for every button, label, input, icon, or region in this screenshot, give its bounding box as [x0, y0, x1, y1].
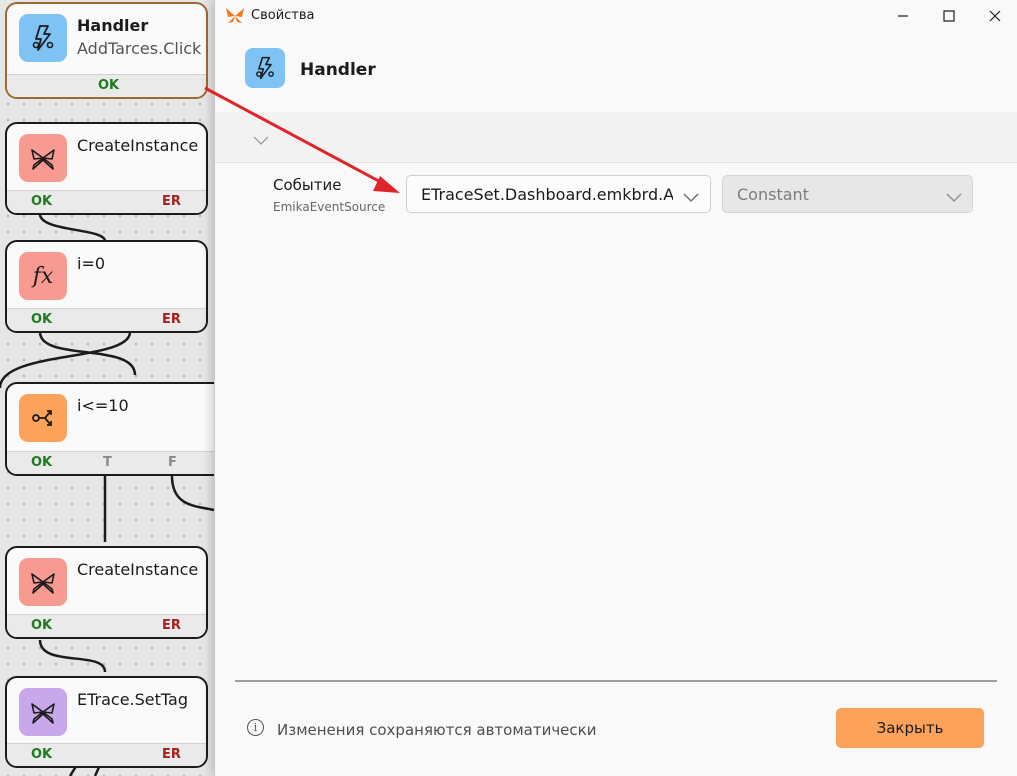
port-ok[interactable]: OK [98, 78, 119, 93]
event-source-dropdown[interactable]: ETraceSet.Dashboard.emkbrd.AddTarces.Cli… [406, 175, 711, 213]
branch-icon [19, 394, 67, 442]
port-true[interactable]: T [103, 455, 112, 470]
port-er[interactable]: ER [162, 747, 181, 762]
lightning-handler-icon [19, 14, 67, 62]
title-bar[interactable]: Свойства [215, 0, 1017, 32]
port-false[interactable]: F [168, 455, 177, 470]
port-ok[interactable]: OK [31, 455, 52, 470]
butterfly-icon [19, 134, 67, 182]
butterfly-icon [19, 688, 67, 736]
port-ok[interactable]: OK [31, 194, 52, 209]
node-ports: OK ER [7, 614, 206, 637]
close-window-button[interactable] [972, 0, 1017, 32]
node-ports: OK [7, 74, 206, 97]
close-button[interactable]: Закрыть [836, 708, 984, 748]
chevron-down-icon [946, 188, 962, 207]
node-title: i=0 [77, 254, 106, 273]
chevron-down-icon[interactable] [253, 131, 269, 150]
node-ports: OK T F [7, 451, 233, 474]
port-er[interactable]: ER [162, 618, 181, 633]
maximize-button[interactable] [926, 0, 972, 32]
node-create-instance[interactable]: CreateInstance OK ER [5, 122, 208, 215]
port-ok[interactable]: OK [31, 618, 52, 633]
node-etrace-settag[interactable]: ETrace.SetTag OK ER [5, 676, 208, 768]
node-title: CreateInstance [77, 560, 199, 579]
port-er[interactable]: ER [162, 312, 181, 327]
node-ports: OK ER [7, 743, 206, 766]
butterfly-logo-icon [225, 7, 245, 29]
node-title: CreateInstance [77, 136, 199, 155]
autosave-note: Изменения сохраняются автоматически [277, 721, 597, 739]
value-mode: Constant [737, 185, 809, 204]
node-title: i<=10 [77, 396, 129, 415]
chevron-down-icon [683, 188, 699, 207]
properties-section-header[interactable] [215, 112, 1017, 163]
function-icon: fx [19, 252, 67, 300]
properties-dialog: Свойства Handler Событие EmikaEventSourc… [214, 0, 1017, 776]
node-assign-i[interactable]: fx i=0 OK ER [5, 240, 208, 333]
butterfly-icon [19, 558, 67, 606]
node-condition[interactable]: i<=10 OK T F [5, 382, 235, 476]
node-title: Handler [77, 16, 149, 35]
node-create-instance-2[interactable]: CreateInstance OK ER [5, 546, 208, 639]
property-label: Событие [273, 176, 342, 194]
node-ports: OK ER [7, 190, 206, 213]
footer-divider [235, 680, 997, 682]
port-ok[interactable]: OK [31, 747, 52, 762]
node-title: ETrace.SetTag [77, 690, 188, 709]
property-type: EmikaEventSource [273, 200, 386, 214]
node-subtitle: AddTarces.Click [77, 39, 202, 58]
node-ports: OK ER [7, 308, 206, 331]
port-ok[interactable]: OK [31, 312, 52, 327]
event-source-value: ETraceSet.Dashboard.emkbrd.AddTarces.Cli… [421, 185, 673, 204]
node-handler[interactable]: Handler AddTarces.Click OK [5, 2, 208, 99]
port-er[interactable]: ER [162, 194, 181, 209]
minimize-button[interactable] [880, 0, 926, 32]
value-mode-dropdown[interactable]: Constant [722, 175, 973, 213]
lightning-handler-icon [245, 48, 285, 88]
info-icon: i [247, 719, 264, 736]
dialog-header-title: Handler [300, 60, 376, 80]
window-title: Свойства [251, 8, 315, 23]
